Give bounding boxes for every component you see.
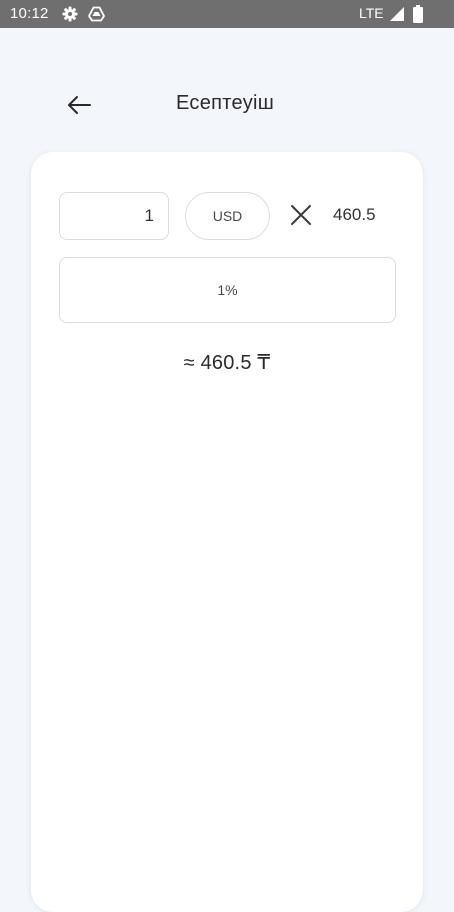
- arrow-left-icon: [68, 96, 91, 114]
- result-value: ≈ 460.5 ₸: [183, 352, 271, 374]
- amount-input[interactable]: [59, 192, 169, 240]
- gear-icon: [62, 6, 78, 22]
- close-icon: [289, 203, 313, 227]
- signal-icon: [389, 6, 405, 22]
- exchange-rate-value: 460.5: [333, 205, 376, 224]
- currency-button[interactable]: USD: [185, 192, 270, 240]
- drive-icon: [88, 6, 105, 22]
- battery-icon: [413, 5, 423, 23]
- back-button[interactable]: [60, 88, 96, 122]
- page-title: Есептеуіш: [176, 92, 275, 114]
- status-bar: 10:12 LTE: [0, 0, 454, 28]
- percent-button[interactable]: 1%: [59, 257, 396, 323]
- status-time: 10:12: [10, 5, 49, 22]
- network-type: LTE: [359, 5, 384, 21]
- app-header: Есептеуіш: [0, 28, 454, 148]
